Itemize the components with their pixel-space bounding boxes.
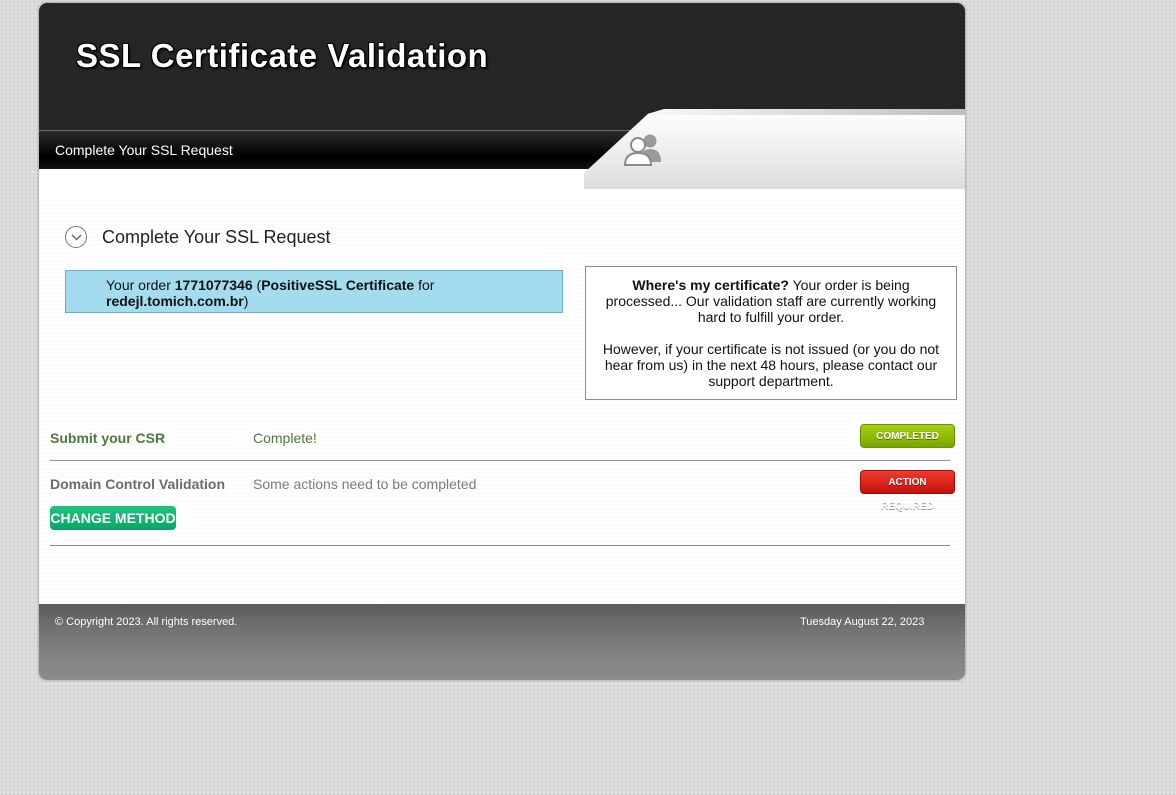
copyright-text: © Copyright 2023. All rights reserved.	[55, 616, 238, 628]
section-header[interactable]: Complete Your SSL Request	[65, 226, 330, 248]
chevron-down-icon[interactable]	[65, 226, 87, 248]
section-title: Complete Your SSL Request	[102, 226, 331, 247]
info-paragraph-1: Where's my certificate? Your order is be…	[596, 277, 946, 325]
footer-date: Tuesday August 22, 2023	[800, 616, 925, 628]
order-paren-open: (	[252, 277, 262, 293]
nav-label[interactable]: Complete Your SSL Request	[55, 142, 233, 158]
app-window: SSL Certificate Validation Complete Your…	[39, 3, 965, 680]
order-summary: Your order 1771077346 (PositiveSSL Certi…	[65, 270, 563, 313]
users-icon[interactable]	[623, 132, 665, 166]
footer: © Copyright 2023. All rights reserved. T…	[39, 604, 965, 680]
main-content: Complete Your SSL Request Your order 177…	[39, 199, 965, 604]
step-status: Complete!	[253, 430, 317, 446]
divider	[50, 545, 950, 546]
divider	[50, 460, 950, 461]
step-label: Domain Control Validation	[50, 476, 226, 492]
site-title: SSL Certificate Validation	[76, 37, 489, 74]
step-label: Submit your CSR	[50, 430, 166, 446]
order-product: PositiveSSL Certificate	[261, 277, 415, 293]
change-method-button[interactable]: CHANGE METHOD	[50, 506, 176, 530]
order-domain: redejl.tomich.com.br	[106, 293, 244, 309]
order-prefix: Your order	[106, 277, 175, 293]
order-for: for	[414, 277, 435, 293]
order-paren-close: )	[243, 293, 249, 309]
order-number: 1771077346	[174, 277, 253, 293]
step-row-dcv: Domain Control Validation Some actions n…	[50, 470, 955, 518]
info-text-2: However, if your certificate is not issu…	[602, 341, 940, 389]
certificate-info-box: Where's my certificate? Your order is be…	[585, 266, 957, 400]
step-row-csr: Submit your CSR Complete! COMPLETED	[50, 424, 955, 472]
action-required-badge: ACTION REQUIRED	[860, 470, 955, 512]
header-curl-shadow	[619, 109, 965, 115]
step-status: Some actions need to be completed	[253, 476, 477, 492]
completed-badge: COMPLETED	[860, 424, 955, 448]
info-heading: Where's my certificate?	[632, 277, 789, 293]
